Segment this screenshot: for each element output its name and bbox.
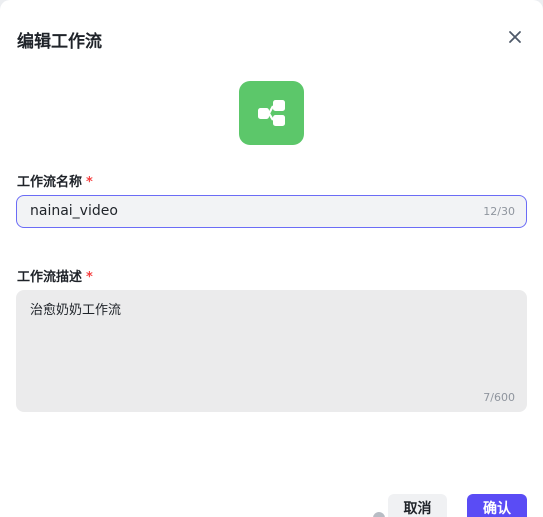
desc-label-text: 工作流描述 [17,270,83,285]
workflow-name-value: nainai_video [30,203,118,219]
name-char-counter: 12/30 [483,205,515,218]
edit-workflow-dialog: 编辑工作流 工作流名称 * nainai_video 12/30 工作流描述 * 治… [0,0,543,517]
desc-field-label: 工作流描述 * [17,266,93,285]
close-icon [509,31,521,43]
workflow-icon [257,100,285,126]
required-mark: * [86,175,93,190]
close-button[interactable] [504,26,526,48]
workflow-description-textarea[interactable]: 治愈奶奶工作流 7/600 [16,290,527,412]
desc-char-counter: 7/600 [483,391,515,404]
confirm-button[interactable]: 确认 [467,494,527,517]
name-field-label: 工作流名称 * [17,171,93,190]
required-mark: * [86,270,93,285]
workflow-description-value: 治愈奶奶工作流 [30,303,122,318]
cancel-button[interactable]: 取消 [388,494,447,517]
dialog-title: 编辑工作流 [17,32,102,52]
scroll-indicator [373,512,385,517]
workflow-avatar[interactable] [239,81,304,145]
workflow-name-input[interactable]: nainai_video 12/30 [16,195,527,228]
name-label-text: 工作流名称 [17,175,83,190]
